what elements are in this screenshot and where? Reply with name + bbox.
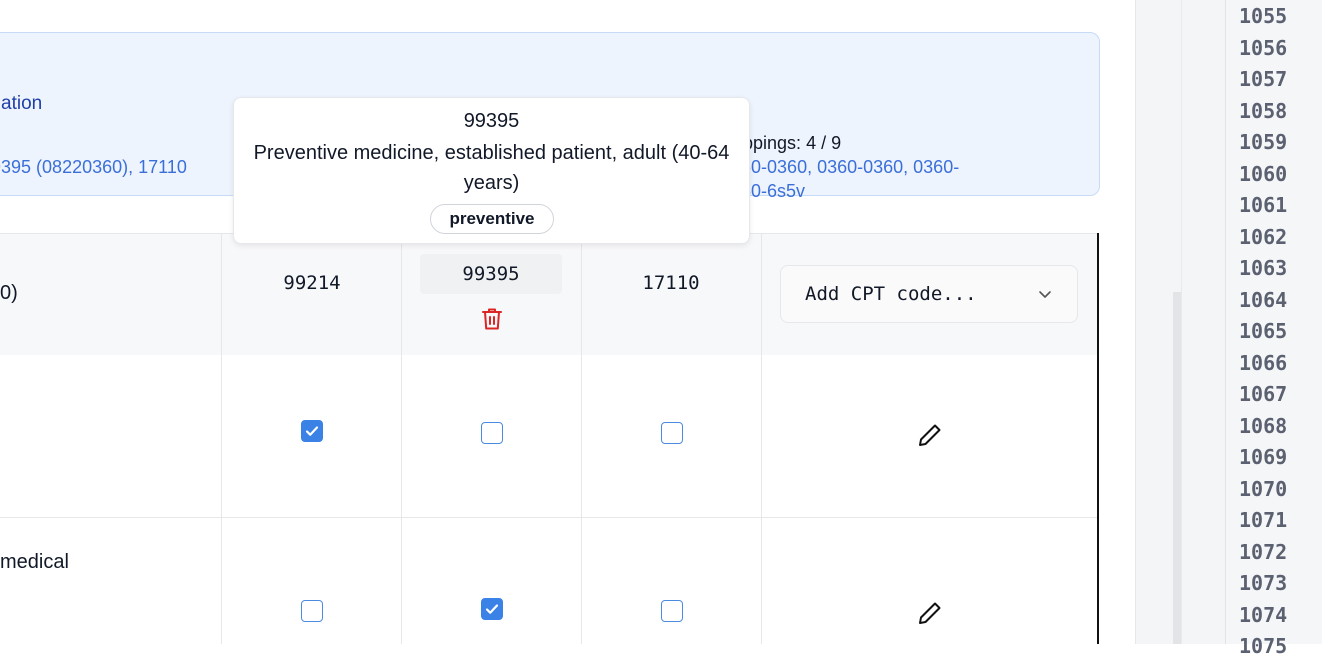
main-content: ation 99395 (08220360), 17110 appings: 4… — [0, 0, 1135, 644]
column-code-17110: 17110 — [642, 272, 700, 294]
header-label: 0) — [0, 282, 18, 304]
tooltip-description: Preventive medicine, established patient… — [253, 142, 730, 194]
checkbox-row1-99395[interactable] — [481, 422, 503, 444]
chevron-down-icon — [1039, 291, 1051, 298]
table-header-row: 0) 99214 99395 17110 Add CPT code... — [0, 233, 1097, 355]
panel-title: ation — [1, 93, 43, 114]
column-divider — [221, 233, 222, 644]
line-number: 1067 — [1239, 382, 1288, 406]
mapping-table: 0) 99214 99395 17110 Add CPT code... med… — [0, 233, 1099, 644]
scrollbar-track — [1181, 0, 1182, 644]
line-number: 1062 — [1239, 224, 1288, 249]
pencil-icon[interactable] — [917, 600, 943, 626]
line-number: 1064 — [1239, 287, 1288, 312]
line-number: 1070 — [1239, 476, 1288, 501]
line-number: 1058 — [1239, 98, 1288, 123]
tooltip-code: 99395 — [463, 110, 520, 132]
column-divider — [581, 233, 582, 644]
line-number: 1055 — [1239, 4, 1288, 28]
line-number: 1066 — [1239, 350, 1288, 375]
checkbox-row1-99214[interactable] — [301, 420, 323, 442]
line-number: 1061 — [1239, 193, 1288, 217]
column-divider — [401, 233, 402, 644]
column-divider — [761, 233, 762, 644]
line-number: 1057 — [1239, 67, 1288, 91]
row-divider — [0, 517, 1097, 518]
add-cpt-placeholder: Add CPT code... — [805, 283, 977, 305]
line-number: 1069 — [1239, 445, 1288, 469]
line-number: 1068 — [1239, 413, 1288, 438]
checkbox-row2-17110[interactable] — [661, 600, 683, 622]
check-icon — [485, 604, 499, 614]
checkbox-row1-17110[interactable] — [661, 422, 683, 444]
line-number: 1074 — [1239, 602, 1288, 627]
line-number: 1063 — [1239, 256, 1288, 280]
line-number: 1059 — [1239, 130, 1288, 154]
line-number: 1075 — [1239, 634, 1288, 658]
check-icon — [305, 426, 319, 436]
selected-codes-link[interactable]: 99395 (08220360), 17110 — [0, 157, 187, 178]
column-code-99214: 99214 — [283, 272, 341, 294]
line-number: 1073 — [1239, 571, 1288, 595]
column-code-99395[interactable]: 99395 — [420, 254, 562, 294]
checkbox-row2-99214[interactable] — [301, 600, 323, 622]
line-number: 1060 — [1239, 161, 1288, 186]
line-number: 1056 — [1239, 35, 1288, 60]
code-tooltip: 99395 Preventive medicine, established p… — [233, 97, 750, 244]
row-label: medical — [0, 551, 69, 573]
mapping-codes-line-2[interactable]: 60-6s5v — [741, 181, 805, 202]
scrollbar-thumb[interactable] — [1173, 292, 1181, 644]
checkbox-row2-99395[interactable] — [481, 598, 503, 620]
trash-icon[interactable] — [481, 307, 503, 331]
pencil-icon[interactable] — [917, 422, 943, 448]
line-number: 1072 — [1239, 539, 1288, 564]
mappings-value: 4 / 9 — [806, 133, 842, 153]
line-number: 1071 — [1239, 508, 1288, 532]
add-cpt-code-select[interactable]: Add CPT code... — [780, 265, 1078, 323]
category-badge: preventive — [430, 204, 554, 234]
line-number: 1065 — [1239, 319, 1288, 343]
mapping-codes-line-1[interactable]: 0360-0360, 0360-0360, 0360- — [721, 157, 959, 178]
